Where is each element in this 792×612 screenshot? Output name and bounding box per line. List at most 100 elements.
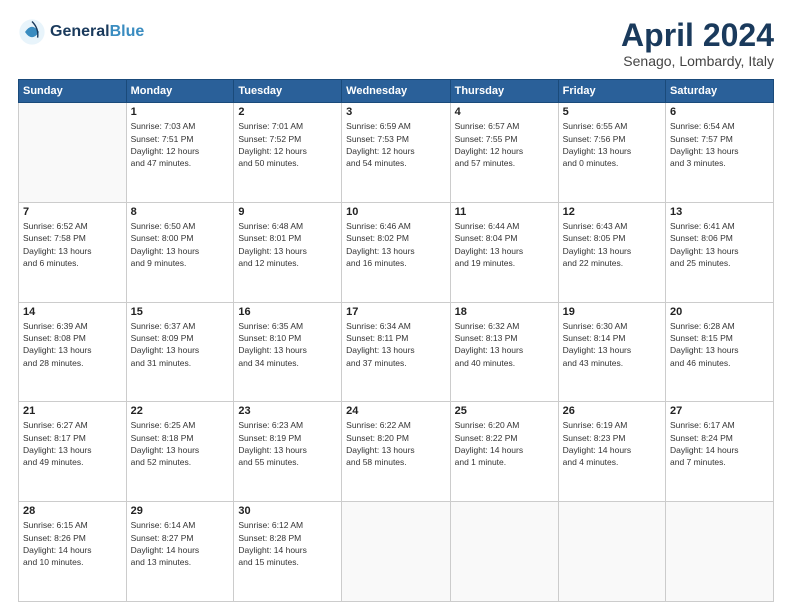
day-number: 24 [346, 405, 445, 417]
day-info: Sunrise: 6:22 AMSunset: 8:20 PMDaylight:… [346, 419, 445, 468]
day-number: 6 [670, 106, 769, 118]
day-number: 3 [346, 106, 445, 118]
day-info: Sunrise: 6:23 AMSunset: 8:19 PMDaylight:… [238, 419, 337, 468]
day-info: Sunrise: 6:32 AMSunset: 8:13 PMDaylight:… [455, 320, 554, 369]
calendar-cell: 26Sunrise: 6:19 AMSunset: 8:23 PMDayligh… [558, 402, 665, 502]
col-tuesday: Tuesday [234, 80, 342, 103]
day-number: 2 [238, 106, 337, 118]
day-info: Sunrise: 6:15 AMSunset: 8:26 PMDaylight:… [23, 519, 122, 568]
day-number: 12 [563, 206, 661, 218]
day-number: 21 [23, 405, 122, 417]
day-info: Sunrise: 6:59 AMSunset: 7:53 PMDaylight:… [346, 120, 445, 169]
week-row-0: 1 Sunrise: 7:03 AMSunset: 7:51 PMDaylight… [19, 103, 774, 203]
logo: GeneralBlue [18, 18, 144, 46]
day-info: Sunrise: 7:01 AMSunset: 7:52 PMDaylight:… [238, 120, 337, 169]
week-row-4: 28Sunrise: 6:15 AMSunset: 8:26 PMDayligh… [19, 502, 774, 602]
day-info: Sunrise: 6:14 AMSunset: 8:27 PMDaylight:… [131, 519, 230, 568]
day-info: Sunrise: 6:39 AMSunset: 8:08 PMDaylight:… [23, 320, 122, 369]
subtitle: Senago, Lombardy, Italy [621, 53, 774, 69]
logo-icon [18, 18, 46, 46]
col-sunday: Sunday [19, 80, 127, 103]
day-number: 4 [455, 106, 554, 118]
calendar-cell: 2 Sunrise: 7:01 AMSunset: 7:52 PMDaylight… [234, 103, 342, 203]
calendar-cell: 11 Sunrise: 6:44 AMSunset: 8:04 PMDayligh… [450, 202, 558, 302]
calendar-cell [666, 502, 774, 602]
day-info: Sunrise: 6:27 AMSunset: 8:17 PMDaylight:… [23, 419, 122, 468]
day-number: 15 [131, 306, 230, 318]
col-saturday: Saturday [666, 80, 774, 103]
calendar-cell: 28Sunrise: 6:15 AMSunset: 8:26 PMDayligh… [19, 502, 127, 602]
day-number: 16 [238, 306, 337, 318]
calendar-cell: 6 Sunrise: 6:54 AMSunset: 7:57 PMDaylight… [666, 103, 774, 203]
col-wednesday: Wednesday [342, 80, 450, 103]
day-number: 30 [238, 505, 337, 517]
calendar-cell: 23Sunrise: 6:23 AMSunset: 8:19 PMDayligh… [234, 402, 342, 502]
day-number: 17 [346, 306, 445, 318]
calendar-cell: 4 Sunrise: 6:57 AMSunset: 7:55 PMDaylight… [450, 103, 558, 203]
day-number: 13 [670, 206, 769, 218]
calendar-cell: 1 Sunrise: 7:03 AMSunset: 7:51 PMDaylight… [126, 103, 234, 203]
day-info: Sunrise: 6:37 AMSunset: 8:09 PMDaylight:… [131, 320, 230, 369]
calendar-cell: 21 Sunrise: 6:27 AMSunset: 8:17 PMDayligh… [19, 402, 127, 502]
day-info: Sunrise: 6:55 AMSunset: 7:56 PMDaylight:… [563, 120, 661, 169]
day-number: 7 [23, 206, 122, 218]
calendar-cell: 18 Sunrise: 6:32 AMSunset: 8:13 PMDayligh… [450, 302, 558, 402]
month-title: April 2024 [621, 18, 774, 53]
day-number: 1 [131, 106, 230, 118]
calendar-cell: 3 Sunrise: 6:59 AMSunset: 7:53 PMDaylight… [342, 103, 450, 203]
calendar-cell [450, 502, 558, 602]
col-monday: Monday [126, 80, 234, 103]
day-info: Sunrise: 6:57 AMSunset: 7:55 PMDaylight:… [455, 120, 554, 169]
day-number: 11 [455, 206, 554, 218]
week-row-2: 14 Sunrise: 6:39 AMSunset: 8:08 PMDayligh… [19, 302, 774, 402]
calendar-body: 1 Sunrise: 7:03 AMSunset: 7:51 PMDaylight… [19, 103, 774, 602]
day-number: 19 [563, 306, 661, 318]
page: GeneralBlue April 2024 Senago, Lombardy,… [0, 0, 792, 612]
day-info: Sunrise: 7:03 AMSunset: 7:51 PMDaylight:… [131, 120, 230, 169]
calendar-cell: 22 Sunrise: 6:25 AMSunset: 8:18 PMDayligh… [126, 402, 234, 502]
title-block: April 2024 Senago, Lombardy, Italy [621, 18, 774, 69]
calendar-cell [558, 502, 665, 602]
day-number: 18 [455, 306, 554, 318]
calendar-cell: 29 Sunrise: 6:14 AMSunset: 8:27 PMDayligh… [126, 502, 234, 602]
calendar-cell: 14 Sunrise: 6:39 AMSunset: 8:08 PMDayligh… [19, 302, 127, 402]
calendar-cell: 5Sunrise: 6:55 AMSunset: 7:56 PMDaylight… [558, 103, 665, 203]
day-info: Sunrise: 6:50 AMSunset: 8:00 PMDaylight:… [131, 220, 230, 269]
day-number: 10 [346, 206, 445, 218]
calendar-cell: 12Sunrise: 6:43 AMSunset: 8:05 PMDayligh… [558, 202, 665, 302]
calendar-table: Sunday Monday Tuesday Wednesday Thursday… [18, 79, 774, 602]
logo-text: GeneralBlue [50, 23, 144, 41]
day-info: Sunrise: 6:44 AMSunset: 8:04 PMDaylight:… [455, 220, 554, 269]
calendar-cell: 17Sunrise: 6:34 AMSunset: 8:11 PMDayligh… [342, 302, 450, 402]
calendar-cell: 25 Sunrise: 6:20 AMSunset: 8:22 PMDayligh… [450, 402, 558, 502]
day-number: 22 [131, 405, 230, 417]
day-number: 14 [23, 306, 122, 318]
day-info: Sunrise: 6:35 AMSunset: 8:10 PMDaylight:… [238, 320, 337, 369]
day-info: Sunrise: 6:30 AMSunset: 8:14 PMDaylight:… [563, 320, 661, 369]
day-number: 29 [131, 505, 230, 517]
header: GeneralBlue April 2024 Senago, Lombardy,… [18, 18, 774, 69]
col-friday: Friday [558, 80, 665, 103]
calendar-cell: 13Sunrise: 6:41 AMSunset: 8:06 PMDayligh… [666, 202, 774, 302]
calendar-cell: 30Sunrise: 6:12 AMSunset: 8:28 PMDayligh… [234, 502, 342, 602]
day-number: 20 [670, 306, 769, 318]
calendar-cell: 10 Sunrise: 6:46 AMSunset: 8:02 PMDayligh… [342, 202, 450, 302]
day-info: Sunrise: 6:25 AMSunset: 8:18 PMDaylight:… [131, 419, 230, 468]
calendar-cell [342, 502, 450, 602]
day-info: Sunrise: 6:17 AMSunset: 8:24 PMDaylight:… [670, 419, 769, 468]
day-info: Sunrise: 6:46 AMSunset: 8:02 PMDaylight:… [346, 220, 445, 269]
day-info: Sunrise: 6:28 AMSunset: 8:15 PMDaylight:… [670, 320, 769, 369]
day-info: Sunrise: 6:20 AMSunset: 8:22 PMDaylight:… [455, 419, 554, 468]
day-info: Sunrise: 6:19 AMSunset: 8:23 PMDaylight:… [563, 419, 661, 468]
calendar-cell: 8 Sunrise: 6:50 AMSunset: 8:00 PMDaylight… [126, 202, 234, 302]
calendar-header-row: Sunday Monday Tuesday Wednesday Thursday… [19, 80, 774, 103]
day-number: 25 [455, 405, 554, 417]
col-thursday: Thursday [450, 80, 558, 103]
calendar-cell: 27 Sunrise: 6:17 AMSunset: 8:24 PMDayligh… [666, 402, 774, 502]
week-row-1: 7Sunrise: 6:52 AMSunset: 7:58 PMDaylight… [19, 202, 774, 302]
week-row-3: 21 Sunrise: 6:27 AMSunset: 8:17 PMDayligh… [19, 402, 774, 502]
calendar-cell: 9Sunrise: 6:48 AMSunset: 8:01 PMDaylight… [234, 202, 342, 302]
day-number: 27 [670, 405, 769, 417]
day-info: Sunrise: 6:54 AMSunset: 7:57 PMDaylight:… [670, 120, 769, 169]
day-number: 8 [131, 206, 230, 218]
